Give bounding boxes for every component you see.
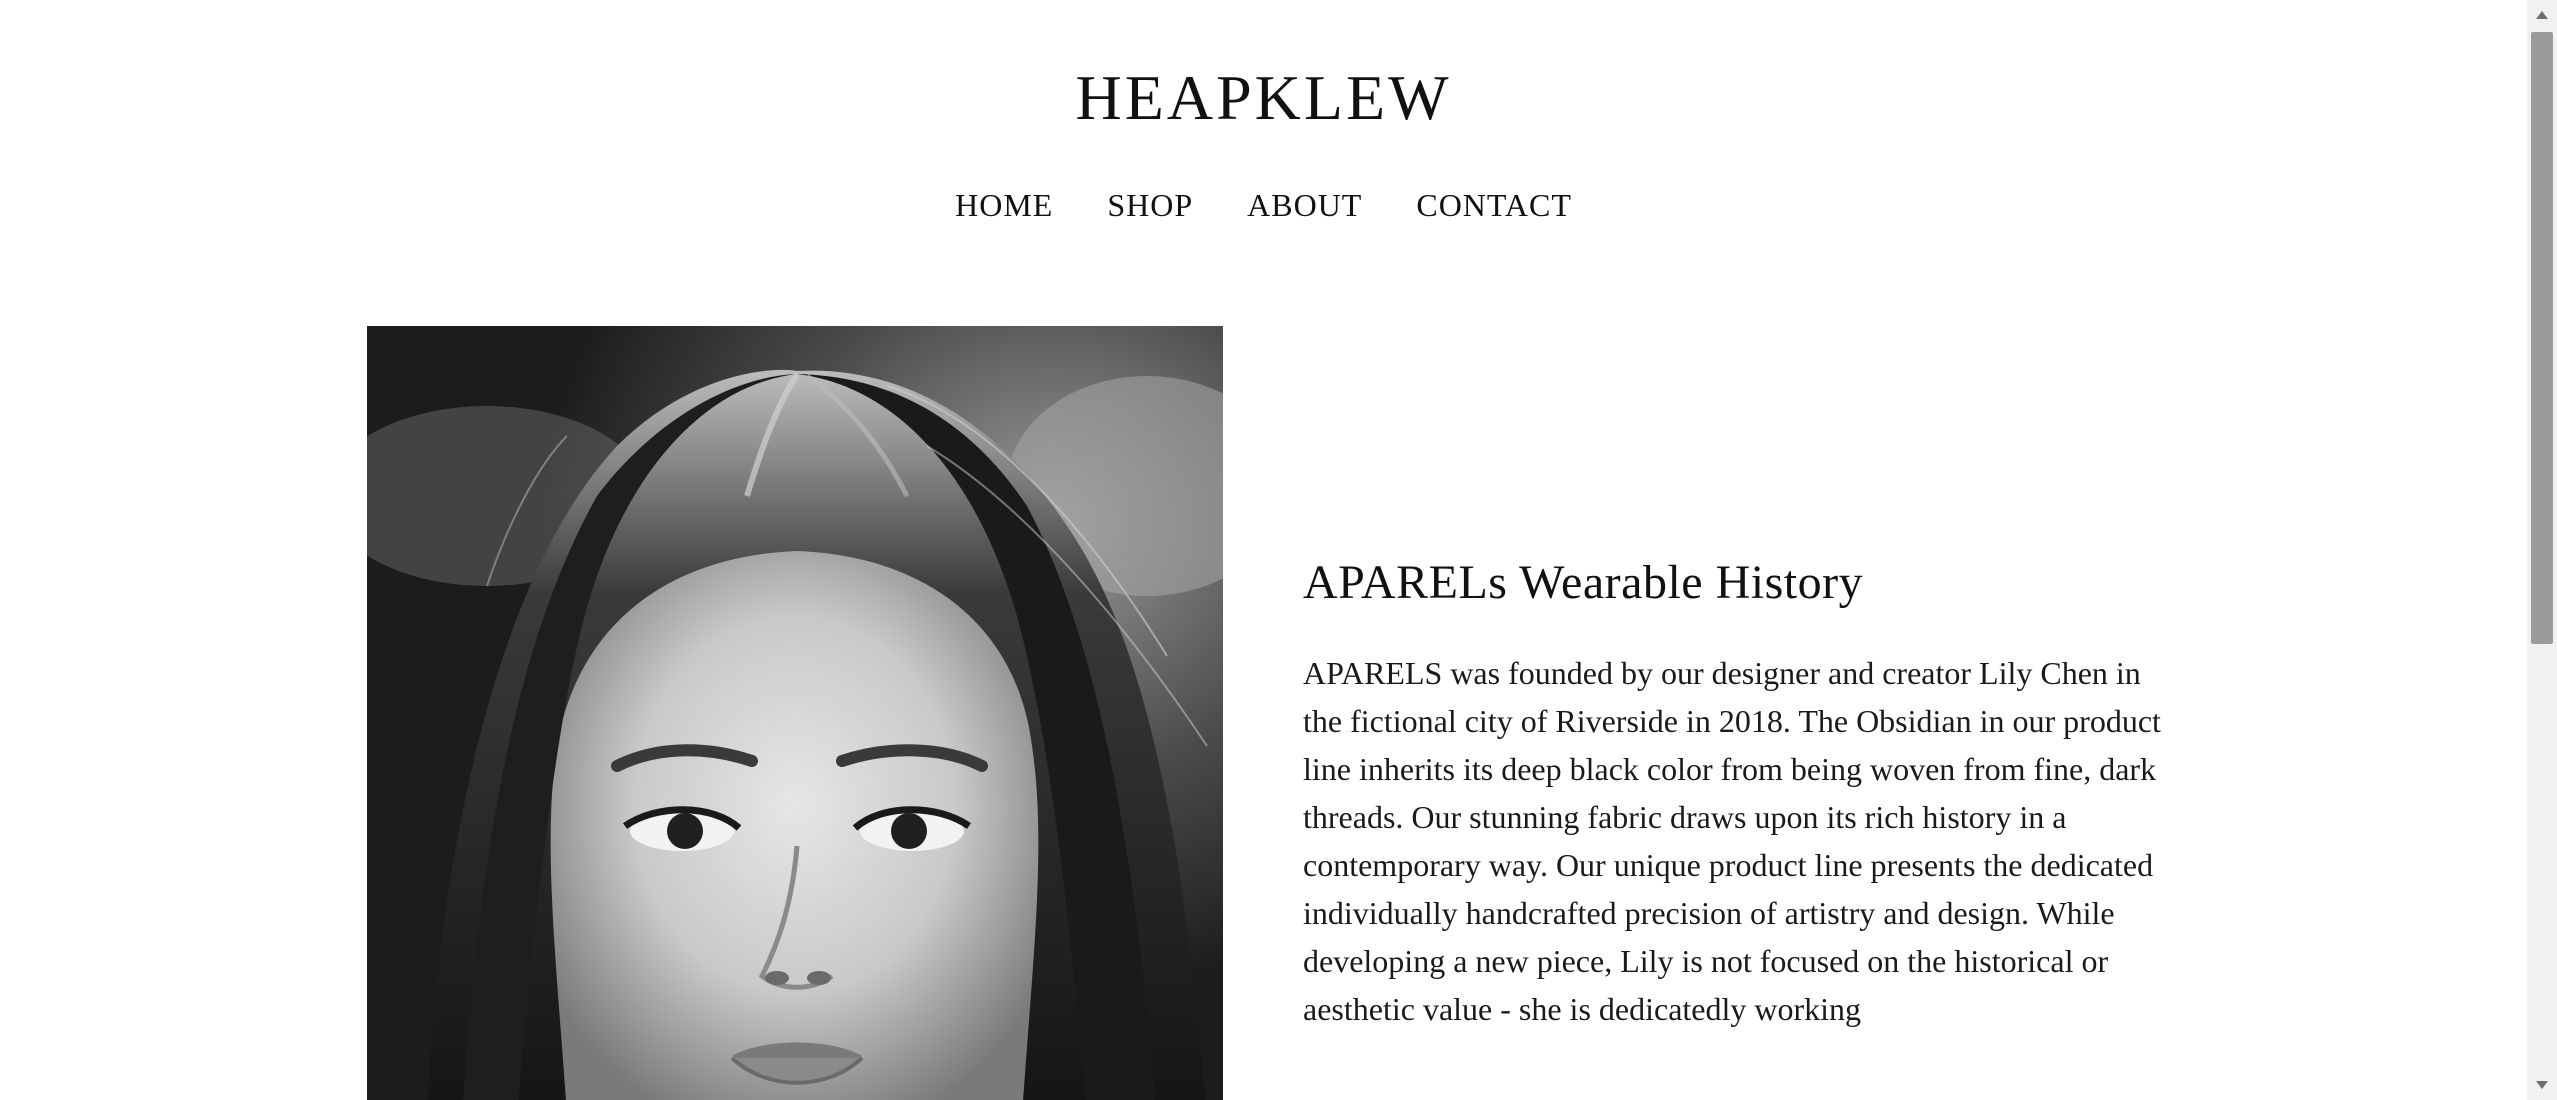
section-heading: APARELs Wearable History (1303, 556, 1864, 609)
scroll-down-arrow[interactable] (2527, 1070, 2557, 1100)
nav-item-shop[interactable]: SHOP (1107, 182, 1193, 228)
portrait-illustration (367, 326, 1223, 1100)
site-title[interactable]: HEAPKLEW (0, 58, 2527, 138)
page: HEAPKLEW HOME SHOP ABOUT CONTACT APARELs… (0, 0, 2527, 1100)
designer-portrait-image (367, 326, 1223, 1100)
nav-item-home[interactable]: HOME (955, 182, 1053, 228)
scroll-thumb[interactable] (2531, 32, 2553, 644)
nav-item-contact[interactable]: CONTACT (1416, 182, 1572, 228)
nav-item-about[interactable]: ABOUT (1247, 182, 1362, 228)
about-section: APARELs Wearable History APARELS was fou… (1303, 547, 2163, 1033)
about-paragraph: APARELS was founded by our designer and … (1303, 655, 2161, 1027)
vertical-scrollbar[interactable] (2527, 0, 2557, 1100)
triangle-down-icon (2536, 1081, 2548, 1089)
main-nav: HOME SHOP ABOUT CONTACT (0, 182, 2527, 228)
scroll-up-arrow[interactable] (2527, 0, 2557, 30)
triangle-up-icon (2536, 11, 2548, 19)
